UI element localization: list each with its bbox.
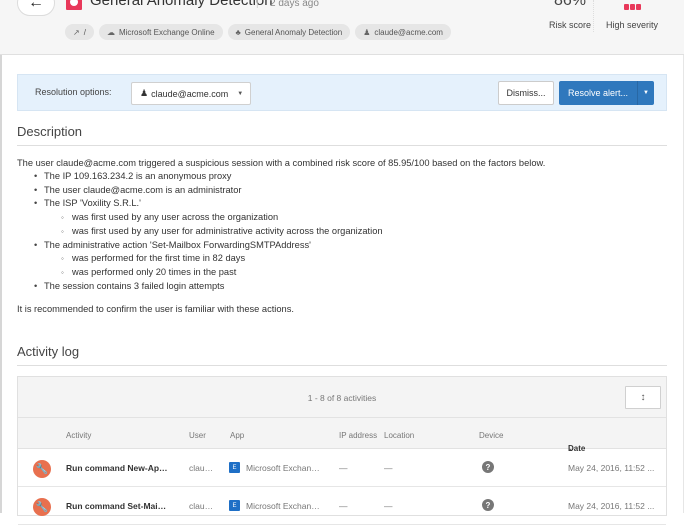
severity-bars-icon bbox=[600, 4, 664, 10]
collapse-rows-icon: ↕ bbox=[640, 392, 646, 403]
activity-table-toolbar: 1 - 8 of 8 activities ↕ bbox=[18, 377, 666, 418]
user-select-value: claude@acme.com bbox=[151, 88, 229, 99]
exchange-app-icon: E bbox=[229, 500, 240, 511]
unknown-device-icon: ? bbox=[482, 461, 494, 473]
row-density-toggle-button[interactable]: ↕ bbox=[625, 386, 661, 409]
activity-log-divider bbox=[17, 365, 667, 366]
risk-score-value: 86% bbox=[553, 0, 587, 9]
alert-header: ← General Anomaly Detection | 2 days ago… bbox=[0, 0, 684, 55]
risk-factor: The administrative action 'Set-Mailbox F… bbox=[17, 239, 667, 253]
risk-subfactor: was first used by any user across the or… bbox=[17, 211, 667, 225]
description-divider bbox=[17, 145, 667, 146]
row-date: May 24, 2016, 11:52 ... bbox=[568, 463, 655, 473]
column-header-app[interactable]: App bbox=[230, 431, 244, 440]
row-activity[interactable]: Run command Set-Mai… bbox=[66, 501, 166, 511]
row-date: May 24, 2016, 11:52 ... bbox=[568, 501, 655, 511]
severity-label: High severity bbox=[605, 20, 659, 30]
chip-external-link[interactable]: ↗ / bbox=[65, 24, 94, 40]
title-separator: | bbox=[256, 0, 259, 9]
activity-table: 1 - 8 of 8 activities ↕ Activity User Ap… bbox=[17, 376, 667, 525]
description-body: The user claude@acme.com triggered a sus… bbox=[17, 157, 667, 316]
chip-policy[interactable]: ♣ General Anomaly Detection bbox=[227, 24, 351, 40]
risk-subfactor: was performed only 20 times in the past bbox=[17, 266, 667, 280]
chip-app[interactable]: ☁ Microsoft Exchange Online bbox=[98, 24, 223, 40]
risk-score: 86% Risk score bbox=[540, 0, 600, 30]
alert-chips: ↗ / ☁ Microsoft Exchange Online ♣ Genera… bbox=[65, 24, 451, 40]
row-user[interactable]: clau… bbox=[189, 463, 213, 473]
user-icon: ♟ bbox=[363, 27, 371, 37]
column-header-location[interactable]: Location bbox=[384, 431, 414, 440]
risk-factor: The IP 109.163.234.2 is an anonymous pro… bbox=[17, 170, 667, 184]
row-activity[interactable]: Run command New-Ap… bbox=[66, 463, 168, 473]
risk-factor: The session contains 3 failed login atte… bbox=[17, 280, 667, 294]
arrow-left-icon: ← bbox=[28, 0, 44, 11]
risk-score-label: Risk score bbox=[548, 20, 591, 30]
column-header-device[interactable]: Device bbox=[479, 431, 503, 440]
resolve-alert-button[interactable]: Resolve alert... bbox=[559, 81, 637, 105]
row-ip: — bbox=[339, 463, 348, 473]
row-app[interactable]: Microsoft Exchan… bbox=[246, 463, 320, 473]
risk-factors-list: The IP 109.163.234.2 is an anonymous pro… bbox=[17, 170, 667, 293]
column-header-activity[interactable]: Activity bbox=[66, 431, 91, 440]
column-header-ip[interactable]: IP address bbox=[339, 431, 377, 440]
resolution-bar: Resolution options: ♟ claude@acme.com ▼ … bbox=[17, 74, 667, 111]
unknown-device-icon: ? bbox=[482, 499, 494, 511]
admin-command-icon: 🔧 bbox=[33, 498, 51, 516]
dismiss-button[interactable]: Dismiss... bbox=[498, 81, 554, 105]
description-title: Description bbox=[17, 124, 83, 139]
risk-factor: The ISP 'Voxility S.R.L.' bbox=[17, 197, 667, 211]
chip-label: / bbox=[83, 27, 86, 37]
user-icon: ♟ bbox=[140, 88, 149, 98]
resolution-user-select[interactable]: ♟ claude@acme.com ▼ bbox=[131, 82, 251, 105]
resolution-label: Resolution options: bbox=[35, 87, 112, 97]
row-location: — bbox=[384, 463, 393, 473]
page-left-border bbox=[0, 0, 2, 513]
recommendation-text: It is recommended to confirm the user is… bbox=[17, 304, 294, 315]
back-button[interactable]: ← bbox=[17, 0, 55, 16]
activity-count: 1 - 8 of 8 activities bbox=[307, 393, 377, 403]
risk-factor: The user claude@acme.com is an administr… bbox=[17, 184, 667, 198]
admin-command-icon: 🔧 bbox=[33, 460, 51, 478]
chip-user[interactable]: ♟ claude@acme.com bbox=[355, 24, 451, 40]
column-header-user[interactable]: User bbox=[189, 431, 206, 440]
alert-time-ago: 2 days ago bbox=[270, 0, 319, 9]
row-user[interactable]: clau… bbox=[189, 501, 213, 511]
chevron-down-icon: ▼ bbox=[643, 90, 649, 96]
description-intro: The user claude@acme.com triggered a sus… bbox=[17, 158, 546, 168]
exchange-app-icon: E bbox=[229, 462, 240, 473]
risk-subfactor: was first used by any user for administr… bbox=[17, 225, 667, 239]
table-row[interactable]: 🔧 Run command Set-Mai… clau… E Microsoft… bbox=[18, 487, 666, 525]
activity-log-title: Activity log bbox=[17, 344, 80, 359]
policy-icon: ♣ bbox=[235, 27, 241, 37]
row-location: — bbox=[384, 501, 393, 511]
cloud-icon: ☁ bbox=[106, 27, 115, 37]
external-link-icon: ↗ bbox=[73, 27, 80, 37]
risk-subfactor: was performed for the first time in 82 d… bbox=[17, 252, 667, 266]
row-ip: — bbox=[339, 501, 348, 511]
severity: High severity bbox=[600, 0, 664, 30]
anomaly-alert-icon bbox=[66, 0, 82, 10]
activity-table-header: Activity User App IP address Location De… bbox=[18, 418, 666, 453]
chevron-down-icon: ▼ bbox=[237, 90, 244, 97]
alert-title: General Anomaly Detection bbox=[90, 0, 273, 9]
chip-label: claude@acme.com bbox=[374, 27, 443, 37]
row-app[interactable]: Microsoft Exchan… bbox=[246, 501, 320, 511]
header-divider bbox=[593, 0, 594, 32]
table-row[interactable]: 🔧 Run command New-Ap… clau… E Microsoft … bbox=[18, 449, 666, 487]
chip-label: General Anomaly Detection bbox=[244, 27, 343, 37]
resolve-options-dropdown[interactable]: ▼ bbox=[637, 81, 654, 105]
chip-label: Microsoft Exchange Online bbox=[118, 27, 215, 37]
